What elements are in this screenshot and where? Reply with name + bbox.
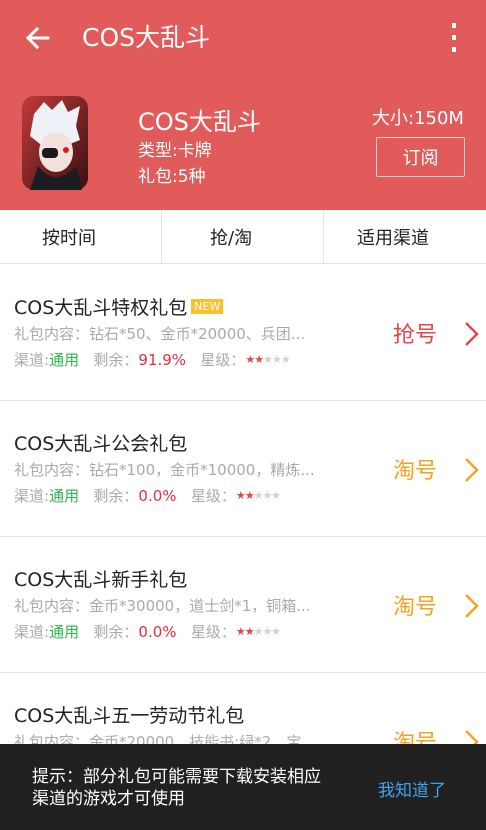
channel-value: 通用 [49, 351, 80, 369]
star-rating: ★★★★★ [235, 489, 281, 502]
channel-label: 渠道: [14, 351, 50, 369]
new-badge: NEW [191, 299, 224, 314]
game-name: COS大乱斗 [138, 108, 261, 136]
chevron-right-icon[interactable] [462, 593, 480, 619]
game-app-icon [22, 96, 88, 190]
gift-title-text: COS大乱斗特权礼包 [14, 297, 188, 319]
game-size: 大小:150M [372, 108, 464, 129]
divider [161, 210, 162, 264]
gift-meta: 渠道:通用 剩余：0.0% 星级：★★★★★ [14, 485, 281, 506]
filter-bar: 按时间 抢/淘 适用渠道 [0, 210, 486, 264]
remain-label: 剩余： [93, 351, 139, 369]
remain-label: 剩余： [93, 487, 139, 505]
filter-grab[interactable]: 抢/淘 [210, 210, 252, 264]
page-title: COS大乱斗 [82, 23, 211, 52]
tao-button[interactable]: 淘号 [393, 589, 437, 621]
gift-meta: 渠道:通用 剩余：0.0% 星级：★★★★★ [14, 621, 281, 642]
gift-item[interactable]: COS大乱斗新手礼包 礼包内容：金币*30000，道士剑*1，铜箱... 渠道:… [0, 537, 486, 673]
gift-title: COS大乱斗特权礼包 NEW [14, 293, 224, 320]
star-label: 星级： [190, 623, 236, 641]
app-bar: COS大乱斗 [0, 0, 486, 78]
toast-message: 提示：部分礼包可能需要下载安装相应渠道的游戏才可使用 [32, 767, 321, 809]
gift-content: 礼包内容：钻石*50、金币*20000、兵团... [14, 325, 306, 343]
gift-title: COS大乱斗新手礼包 [14, 569, 188, 591]
game-header: COS大乱斗 COS大乱斗 类型:卡牌 礼包:5种 大小:150M 订阅 [0, 0, 486, 210]
channel-value: 通用 [49, 487, 80, 505]
star-rating: ★★★★★ [245, 353, 290, 366]
arrow-left-icon[interactable] [22, 22, 54, 54]
grab-button[interactable]: 抢号 [393, 317, 437, 349]
game-gift-count: 礼包:5种 [138, 167, 206, 187]
chevron-right-icon[interactable] [462, 457, 480, 483]
divider [323, 210, 324, 264]
filter-grab-label: 抢/淘 [210, 228, 253, 249]
subscribe-button[interactable]: 订阅 [376, 137, 465, 177]
gift-content: 礼包内容：金币*30000，道士剑*1，铜箱... [14, 597, 311, 615]
chevron-right-icon[interactable] [462, 321, 480, 347]
remain-value: 91.9% [138, 351, 187, 369]
filter-time-label: 按时间 [42, 228, 96, 249]
star-label: 星级： [190, 487, 236, 505]
star-label: 星级： [200, 351, 246, 369]
remain-label: 剩余： [93, 623, 139, 641]
gift-title: COS大乱斗五一劳动节礼包 [14, 705, 245, 727]
filter-channel-label: 适用渠道 [357, 228, 429, 249]
gift-content: 礼包内容：钻石*100，金币*10000，精炼... [14, 461, 315, 479]
gift-item[interactable]: COS大乱斗特权礼包 NEW 礼包内容：钻石*50、金币*20000、兵团... … [0, 265, 486, 401]
channel-value: 通用 [49, 623, 80, 641]
gift-title: COS大乱斗公会礼包 [14, 433, 188, 455]
star-rating: ★★★★★ [235, 625, 281, 638]
channel-label: 渠道: [14, 623, 50, 641]
filter-time[interactable]: 按时间 [42, 210, 96, 264]
channel-label: 渠道: [14, 487, 50, 505]
gift-meta: 渠道:通用 剩余：91.9% 星级：★★★★★ [14, 349, 291, 370]
gift-item[interactable]: COS大乱斗公会礼包 礼包内容：钻石*100，金币*10000，精炼... 渠道… [0, 401, 486, 537]
remain-value: 0.0% [138, 623, 177, 641]
toast-dismiss-button[interactable]: 我知道了 [378, 776, 446, 801]
tao-button[interactable]: 淘号 [393, 453, 437, 485]
hint-toast: 提示：部分礼包可能需要下载安装相应渠道的游戏才可使用 我知道了 [0, 744, 486, 830]
remain-value: 0.0% [138, 487, 177, 505]
game-type: 类型:卡牌 [138, 141, 212, 161]
more-vertical-icon[interactable] [444, 20, 464, 56]
filter-channel[interactable]: 适用渠道 [357, 210, 429, 264]
